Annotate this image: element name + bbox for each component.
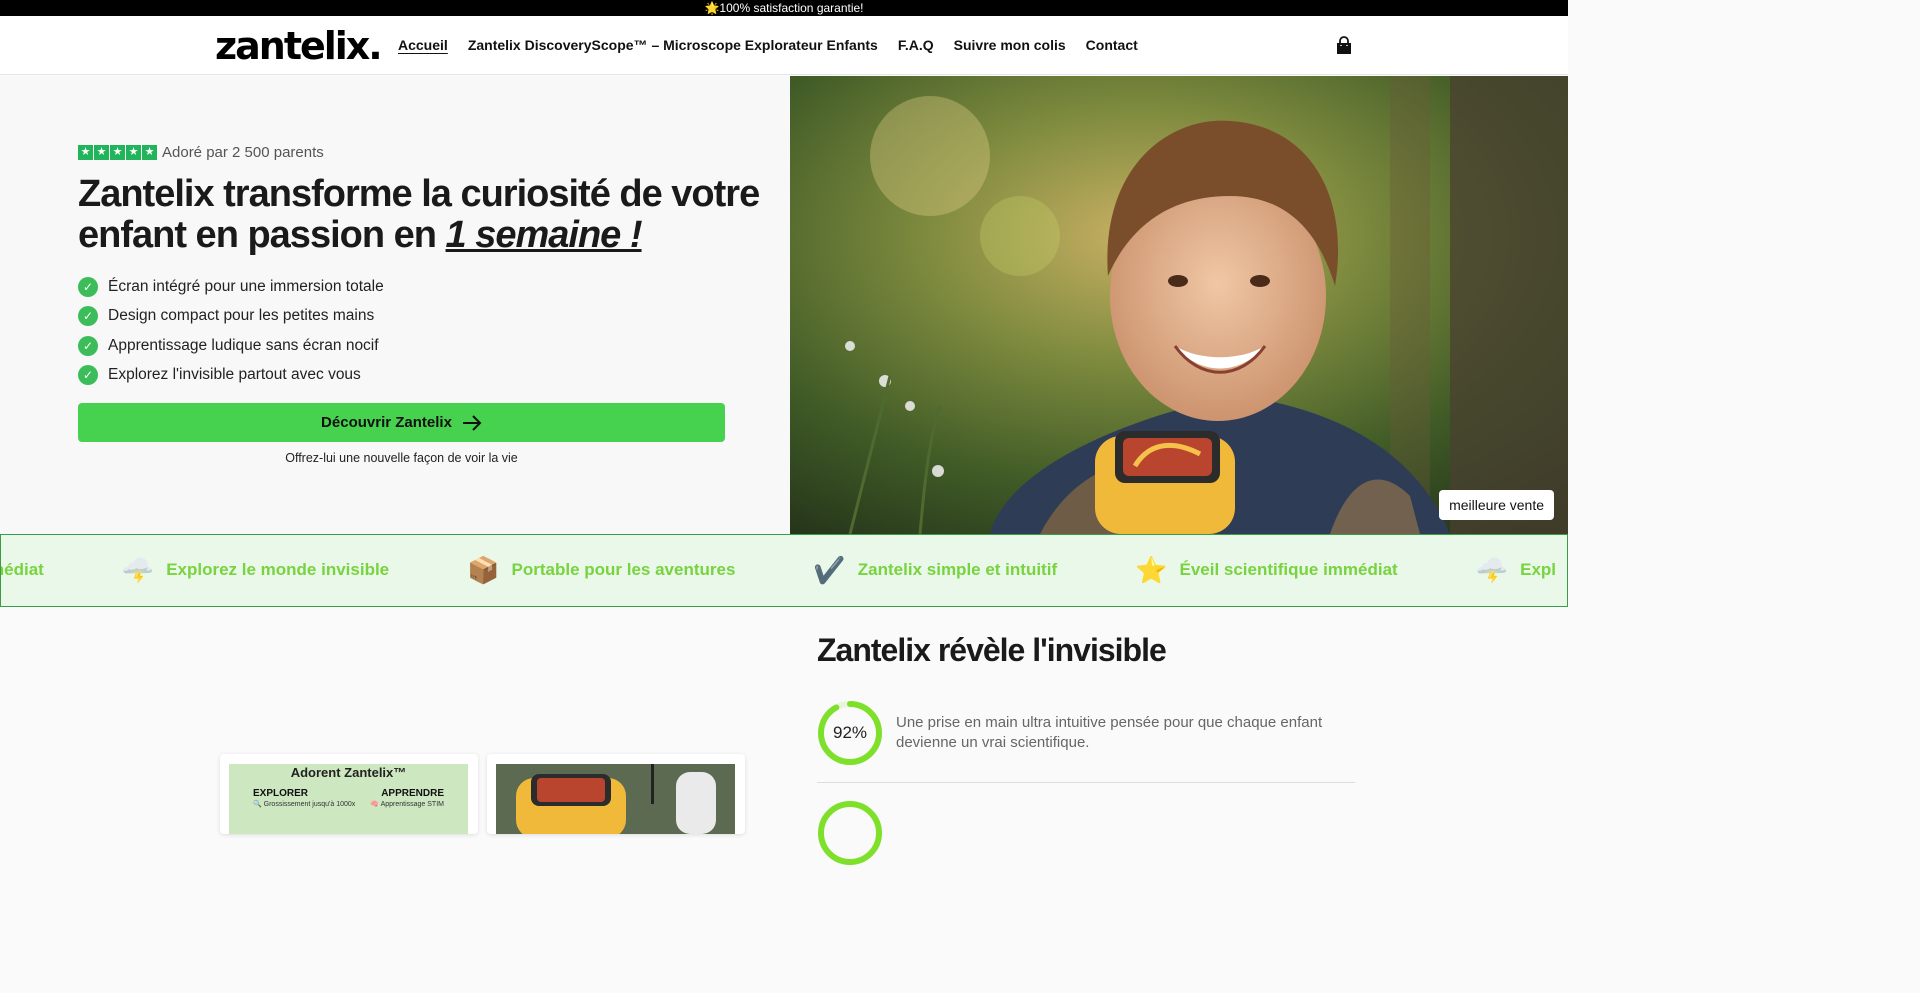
check-badge-icon: ✓ bbox=[78, 365, 98, 386]
feature-text: Design compact pour les petites mains bbox=[108, 307, 375, 325]
infographic-col-learn: APPRENDRE bbox=[381, 788, 444, 799]
infographic-sub-learn: 🧠 Apprentissage STIM bbox=[370, 801, 444, 808]
progress-ring-value: 92% bbox=[832, 723, 868, 742]
infographic-title: Adorent Zantelix™ bbox=[290, 765, 407, 780]
progress-ring: 92% bbox=[817, 700, 883, 766]
arrow-right-icon bbox=[462, 414, 482, 431]
marquee-item: 🌩️ Explorez le monde invisible bbox=[122, 555, 389, 586]
marquee-text: e immédiat bbox=[1, 560, 44, 579]
best-seller-badge: meilleure vente bbox=[1439, 490, 1554, 520]
feature-item: ✓ Écran intégré pour une immersion totale bbox=[78, 272, 384, 302]
nav-track-order[interactable]: Suivre mon colis bbox=[954, 37, 1066, 53]
check-badge-icon: ✓ bbox=[78, 276, 98, 297]
feature-item: ✓ Explorez l'invisible partout avec vous bbox=[78, 361, 384, 391]
nav-contact[interactable]: Contact bbox=[1086, 37, 1138, 53]
marquee-item: 🌩️ Expl bbox=[1476, 555, 1556, 586]
stat-description: Une prise en main ultra intuitive pensée… bbox=[896, 714, 1323, 751]
marquee-item: e immédiat bbox=[1, 560, 44, 580]
feature-text: Apprentissage ludique sans écran nocif bbox=[108, 336, 379, 354]
product-card-infographic[interactable]: Adorent Zantelix™ EXPLORER APPRENDRE 🔍 Gr… bbox=[220, 754, 478, 834]
marquee-item: ✔️ Zantelix simple et intuitif bbox=[813, 555, 1057, 586]
announcement-bar: 🌟100% satisfaction garantie! bbox=[0, 0, 1568, 16]
star-icon: ★ bbox=[142, 145, 157, 160]
rating-text: Adoré par 2 500 parents bbox=[162, 144, 324, 161]
progress-ring-partial bbox=[818, 801, 882, 865]
star-icon: ★ bbox=[110, 145, 125, 160]
infographic-col-explore: EXPLORER bbox=[253, 788, 309, 799]
feature-list: ✓ Écran intégré pour une immersion totale… bbox=[78, 272, 384, 390]
star-icon: ★ bbox=[78, 145, 93, 160]
product-photo bbox=[496, 764, 735, 834]
marquee-text: Portable pour les aventures bbox=[511, 560, 736, 579]
check-badge-icon: ✓ bbox=[78, 335, 98, 356]
feature-text: Écran intégré pour une immersion totale bbox=[108, 277, 384, 295]
hero-headline: Zantelix transforme la curiosité de votr… bbox=[78, 174, 778, 256]
headline-emphasis: 1 semaine ! bbox=[445, 214, 643, 256]
nav-product[interactable]: Zantelix DiscoveryScope™ – Microscope Ex… bbox=[468, 37, 878, 53]
nav-accueil[interactable]: Accueil bbox=[398, 37, 448, 53]
star-icon: ★ bbox=[94, 145, 109, 160]
main-nav: Accueil Zantelix DiscoveryScope™ – Micro… bbox=[398, 37, 1138, 53]
marquee-track: e immédiat 🌩️ Explorez le monde invisible… bbox=[1, 535, 1567, 605]
infographic-sub-explore: 🔍 Grossissement jusqu'à 1000x bbox=[253, 801, 356, 808]
hero-content: ★ ★ ★ ★ ★ Adoré par 2 500 parents Zantel… bbox=[0, 76, 790, 534]
feature-text: Explorez l'invisible partout avec vous bbox=[108, 366, 361, 384]
storm-cloud-icon: 🌩️ bbox=[1475, 554, 1509, 585]
site-header: zantelix. Accueil Zantelix DiscoveryScop… bbox=[0, 16, 1568, 75]
marquee-text: Zantelix simple et intuitif bbox=[857, 560, 1058, 579]
feature-item: ✓ Design compact pour les petites mains bbox=[78, 302, 384, 332]
headline-main: Zantelix transforme la curiosité de votr… bbox=[78, 173, 760, 256]
star-icon: ⭐ bbox=[1135, 554, 1168, 585]
marquee-item: ⭐ Éveil scientifique immédiat bbox=[1135, 555, 1398, 586]
hero-image: meilleure vente bbox=[790, 76, 1568, 534]
stat-row: 92% Une prise en main ultra intuitive pe… bbox=[817, 700, 1355, 783]
marquee-text: Éveil scientifique immédiat bbox=[1179, 560, 1398, 579]
infographic-image: Adorent Zantelix™ EXPLORER APPRENDRE 🔍 Gr… bbox=[229, 764, 468, 834]
nav-faq[interactable]: F.A.Q bbox=[898, 37, 934, 53]
discover-button[interactable]: Découvrir Zantelix bbox=[78, 403, 725, 442]
check-badge-icon: ✓ bbox=[78, 306, 98, 327]
cta-subtext: Offrez-lui une nouvelle façon de voir la… bbox=[285, 451, 518, 465]
site-logo[interactable]: zantelix. bbox=[215, 24, 383, 68]
checkmark-icon: ✔️ bbox=[813, 554, 846, 585]
rating-stars: ★ ★ ★ ★ ★ bbox=[78, 145, 157, 160]
feature-item: ✓ Apprentissage ludique sans écran nocif bbox=[78, 331, 384, 361]
package-icon: 📦 bbox=[467, 554, 500, 585]
benefits-marquee: e immédiat 🌩️ Explorez le monde invisible… bbox=[0, 534, 1568, 607]
discover-button-label: Découvrir Zantelix bbox=[321, 414, 452, 431]
shopping-bag-icon[interactable] bbox=[1334, 36, 1354, 56]
product-card-photo[interactable] bbox=[487, 754, 745, 834]
marquee-text: Expl bbox=[1520, 560, 1557, 579]
child-with-microscope-photo bbox=[790, 76, 1568, 534]
marquee-item: 📦 Portable pour les aventures bbox=[467, 555, 735, 586]
section-title: Zantelix révèle l'invisible bbox=[817, 632, 1167, 668]
microscope-product-image bbox=[496, 764, 735, 834]
rating: ★ ★ ★ ★ ★ Adoré par 2 500 parents bbox=[78, 144, 324, 161]
star-icon: ★ bbox=[126, 145, 141, 160]
storm-cloud-icon: 🌩️ bbox=[121, 554, 155, 585]
marquee-text: Explorez le monde invisible bbox=[166, 560, 390, 579]
